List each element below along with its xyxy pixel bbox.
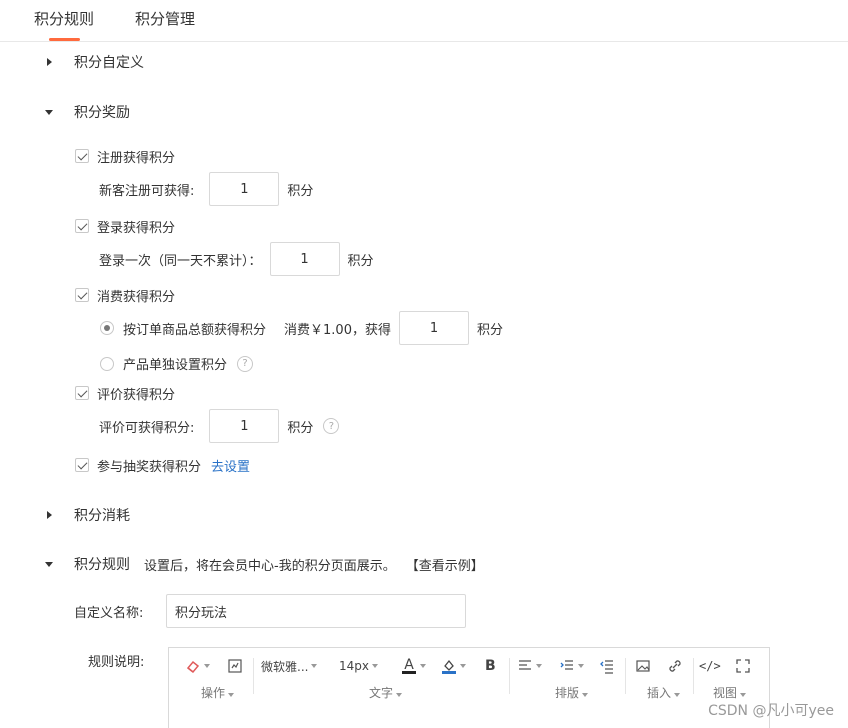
watermark: CSDN @凡小可yee: [708, 703, 834, 719]
unit-label: 积分: [287, 420, 314, 436]
toolbar-group-ops[interactable]: 操作: [201, 684, 235, 701]
lottery-checkbox[interactable]: [75, 458, 89, 472]
product-setting-label: 产品单独设置积分: [123, 358, 228, 373]
review-option: 评价获得积分: [75, 384, 176, 403]
font-color-icon: A: [401, 658, 417, 674]
register-checkbox[interactable]: [75, 149, 89, 163]
unit-label: 积分: [287, 183, 314, 199]
section-title: 积分规则: [74, 557, 130, 573]
toolbar-group-insert[interactable]: 插入: [647, 684, 681, 701]
fullscreen-icon: [735, 658, 751, 674]
rich-text-editor[interactable]: 操作 微软雅... 14px A B 文字 排版 插入 </> 视图: [168, 647, 770, 728]
consume-product-row: 产品单独设置积分 ?: [100, 354, 254, 373]
format-painter-button[interactable]: [227, 656, 243, 676]
order-total-radio[interactable]: [100, 321, 114, 335]
section-description: 设置后，将在会员中心-我的积分页面展示。: [144, 558, 396, 574]
help-icon[interactable]: ?: [323, 418, 340, 434]
help-icon[interactable]: ?: [237, 355, 254, 372]
section-points-rewards[interactable]: 积分奖励: [44, 102, 130, 122]
consume-points-input[interactable]: [398, 311, 469, 345]
toolbar-group-view[interactable]: 视图: [713, 684, 747, 701]
review-field-label: 评价可获得积分:: [99, 420, 195, 436]
consume-label: 消费获得积分: [97, 289, 176, 305]
consume-option: 消费获得积分: [75, 286, 176, 305]
unit-label: 积分: [476, 322, 503, 338]
bold-button[interactable]: B: [485, 656, 496, 676]
active-tab-indicator: [49, 38, 80, 41]
caret-down-icon: [44, 107, 54, 117]
product-setting-radio[interactable]: [100, 356, 114, 371]
section-title: 积分消耗: [74, 508, 130, 524]
section-points-consume[interactable]: 积分消耗: [44, 505, 130, 525]
indent-button[interactable]: [559, 656, 584, 676]
editor-toolbar: 操作 微软雅... 14px A B 文字 排版 插入 </> 视图: [169, 648, 769, 704]
tab-points-rules[interactable]: 积分规则: [34, 8, 94, 29]
eraser-icon: [185, 658, 201, 674]
consume-order-row: 按订单商品总额获得积分 消费￥1.00，获得 积分: [100, 311, 503, 345]
bold-icon: B: [485, 658, 496, 674]
highlight-color-button[interactable]: [441, 656, 466, 676]
register-field-label: 新客注册可获得:: [99, 183, 195, 199]
review-label: 评价获得积分: [97, 387, 176, 403]
custom-name-input[interactable]: [166, 594, 466, 628]
font-color-button[interactable]: A: [401, 656, 426, 676]
font-size-select[interactable]: 14px: [339, 656, 378, 676]
highlight-color-icon: [441, 658, 457, 674]
font-family-select[interactable]: 微软雅...: [261, 656, 318, 676]
register-points-input[interactable]: [209, 172, 280, 206]
insert-link-button[interactable]: [667, 656, 683, 676]
register-option: 注册获得积分: [75, 147, 176, 166]
toolbar-group-layout[interactable]: 排版: [555, 684, 589, 701]
login-field-row: 登录一次（同一天不累计）： 积分: [99, 242, 374, 276]
clear-format-button[interactable]: [185, 656, 210, 676]
outdent-button[interactable]: [599, 656, 615, 676]
section-title: 积分奖励: [74, 105, 130, 121]
caret-right-icon: [44, 57, 54, 67]
order-total-label: 按订单商品总额获得积分: [123, 322, 267, 338]
view-example-link[interactable]: 【查看示例】: [406, 555, 484, 574]
image-icon: [635, 658, 651, 674]
custom-name-label: 自定义名称:: [74, 606, 144, 621]
section-points-custom[interactable]: 积分自定义: [44, 52, 144, 72]
login-option: 登录获得积分: [75, 217, 176, 236]
login-points-input[interactable]: [269, 242, 340, 276]
login-label: 登录获得积分: [97, 220, 176, 236]
go-settings-link[interactable]: 去设置: [211, 456, 250, 475]
top-tab-bar: 积分规则 积分管理: [0, 0, 848, 42]
login-checkbox[interactable]: [75, 219, 89, 233]
lottery-label: 参与抽奖获得积分: [97, 459, 202, 475]
register-field-row: 新客注册可获得: 积分: [99, 172, 313, 206]
caret-right-icon: [44, 510, 54, 520]
consume-rate-label: 消费￥1.00，获得: [284, 322, 391, 338]
tab-points-management[interactable]: 积分管理: [135, 8, 195, 29]
review-points-input[interactable]: [209, 409, 280, 443]
caret-down-icon: [44, 559, 54, 569]
fullscreen-button[interactable]: [735, 656, 751, 676]
review-checkbox[interactable]: [75, 386, 89, 400]
align-button[interactable]: [517, 656, 542, 676]
indent-icon: [559, 658, 575, 674]
link-icon: [667, 658, 683, 674]
toolbar-group-text[interactable]: 文字: [369, 684, 403, 701]
consume-checkbox[interactable]: [75, 288, 89, 302]
lottery-option: 参与抽奖获得积分 去设置: [75, 456, 250, 475]
format-painter-icon: [227, 658, 243, 674]
outdent-icon: [599, 658, 615, 674]
rule-desc-label: 规则说明:: [88, 655, 145, 670]
section-points-rules[interactable]: 积分规则 设置后，将在会员中心-我的积分页面展示。 【查看示例】: [44, 554, 484, 574]
register-label: 注册获得积分: [97, 150, 176, 166]
review-field-row: 评价可获得积分: 积分 ?: [99, 409, 340, 443]
section-title: 积分自定义: [74, 55, 144, 71]
unit-label: 积分: [347, 253, 374, 269]
code-view-button[interactable]: </>: [699, 656, 721, 676]
login-field-label: 登录一次（同一天不累计）：: [99, 253, 262, 269]
code-icon: </>: [699, 659, 721, 673]
insert-image-button[interactable]: [635, 656, 651, 676]
align-icon: [517, 658, 533, 674]
